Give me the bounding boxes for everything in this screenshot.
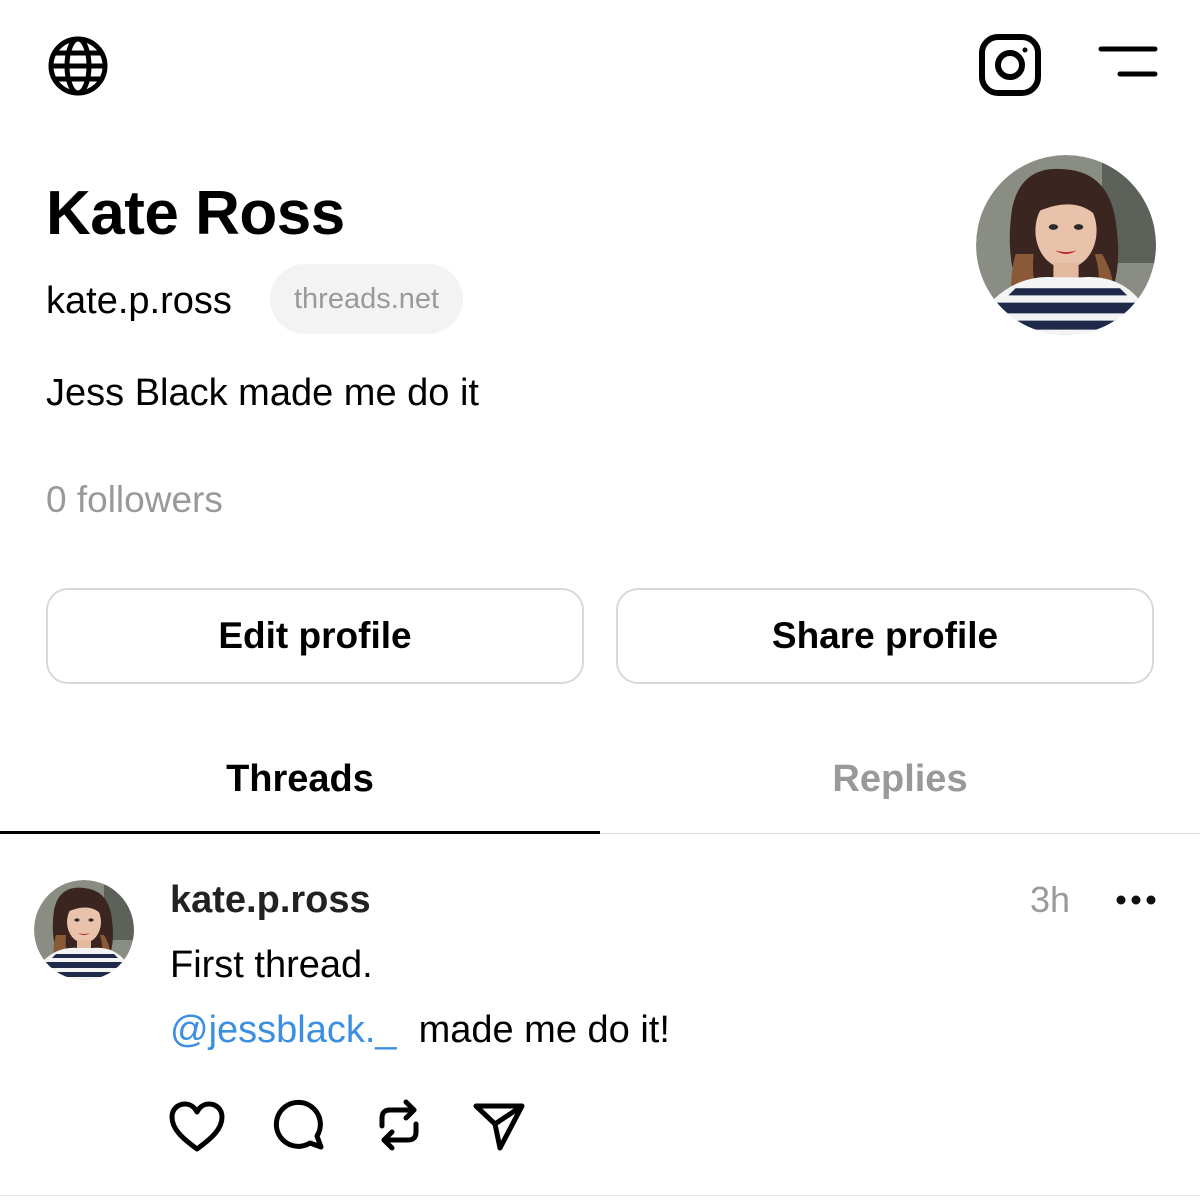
post-timestamp: 3h (1030, 879, 1071, 920)
mention-link[interactable]: @jessblack._ (170, 1009, 397, 1051)
profile-handle: kate.p.ross (46, 280, 232, 322)
share-profile-button[interactable]: Share profile (616, 588, 1154, 684)
heart-icon[interactable] (168, 1100, 226, 1154)
post-username[interactable]: kate.p.ross (170, 876, 371, 924)
domain-badge[interactable]: threads.net (270, 264, 464, 334)
avatar[interactable] (976, 155, 1156, 335)
post-text-line: @jessblack._ made me do it! (170, 1006, 670, 1054)
menu-icon[interactable] (1098, 43, 1158, 83)
globe-icon[interactable] (46, 34, 110, 98)
tab-replies[interactable]: Replies (600, 726, 1200, 832)
followers-count[interactable]: 0 followers (46, 478, 223, 522)
profile-name: Kate Ross (46, 179, 345, 248)
post-text: made me do it! (418, 1009, 670, 1051)
repost-icon[interactable] (372, 1096, 426, 1154)
post-divider (0, 1195, 1200, 1196)
instagram-icon[interactable] (978, 33, 1042, 97)
post-avatar[interactable] (34, 880, 134, 980)
edit-profile-button[interactable]: Edit profile (46, 588, 584, 684)
tab-threads[interactable]: Threads (0, 726, 600, 832)
profile-bio: Jess Black made me do it (46, 372, 479, 414)
send-icon[interactable] (472, 1100, 526, 1152)
comment-icon[interactable] (270, 1096, 326, 1152)
post-text-line: First thread. (170, 944, 373, 986)
active-tab-indicator (0, 831, 600, 834)
more-options-icon[interactable] (1114, 886, 1158, 914)
